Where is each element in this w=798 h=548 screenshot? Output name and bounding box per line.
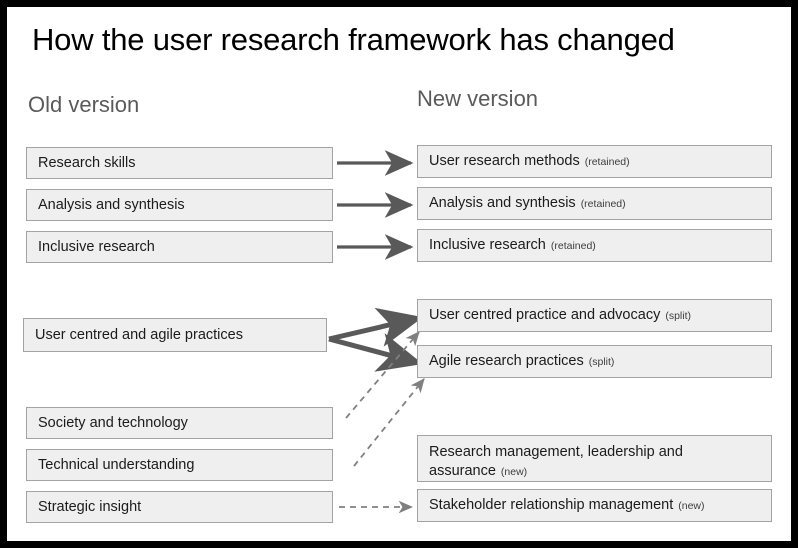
column-heading-new: New version (417, 86, 539, 111)
new-item-tag: (retained) (580, 197, 626, 210)
old-item-inclusive-research[interactable]: Inclusive research (26, 231, 333, 263)
new-item-label: Stakeholder relationship management (429, 497, 674, 513)
slide-frame: How the user research framework has chan… (0, 0, 798, 548)
new-item-analysis-and-synthesis[interactable]: Analysis and synthesis (retained) (417, 187, 772, 220)
new-item-label: Inclusive research (429, 237, 546, 253)
arrow-technical-understanding (353, 378, 425, 467)
arrow-split-lower (328, 333, 423, 372)
old-item-label: Strategic insight (38, 498, 142, 515)
new-item-label: User centred practice and advocacy (429, 307, 661, 323)
old-item-label: Inclusive research (38, 238, 155, 255)
new-item-tag: (retained) (550, 239, 596, 252)
new-item-stakeholder-relationship-management[interactable]: Stakeholder relationship management (new… (417, 489, 772, 522)
old-item-label: Research skills (38, 154, 136, 171)
new-item-tag: (split) (588, 355, 615, 368)
diagram-canvas: How the user research framework has chan… (7, 7, 791, 541)
old-item-strategic-insight[interactable]: Strategic insight (26, 491, 333, 523)
old-item-technical-understanding[interactable]: Technical understanding (26, 449, 333, 481)
arrow-split-upper (328, 307, 423, 347)
new-item-label: Analysis and synthesis (429, 195, 576, 211)
old-item-user-centred-and-agile-practices[interactable]: User centred and agile practices (23, 318, 327, 352)
old-item-label: Analysis and synthesis (38, 196, 185, 213)
new-item-agile-research-practices[interactable]: Agile research practices (split) (417, 345, 772, 378)
old-item-label: Society and technology (38, 414, 188, 431)
new-item-label: User research methods (429, 153, 580, 169)
new-item-label: Research management, leadership and assu… (429, 444, 683, 479)
new-item-user-research-methods[interactable]: User research methods (retained) (417, 145, 772, 178)
new-item-user-centred-practice-and-advocacy[interactable]: User centred practice and advocacy (spli… (417, 299, 772, 332)
new-item-research-management-leadership-and-assurance[interactable]: Research management, leadership and assu… (417, 435, 772, 482)
old-item-label: User centred and agile practices (35, 326, 243, 343)
new-item-tag: (new) (500, 466, 528, 478)
old-item-analysis-and-synthesis[interactable]: Analysis and synthesis (26, 189, 333, 221)
new-item-tag: (retained) (584, 155, 630, 168)
old-item-society-and-technology[interactable]: Society and technology (26, 407, 333, 439)
new-item-label: Agile research practices (429, 353, 584, 369)
page-title: How the user research framework has chan… (32, 22, 675, 57)
column-heading-old: Old version (28, 92, 140, 117)
old-item-label: Technical understanding (38, 456, 195, 473)
arrow-society-technology (345, 331, 420, 419)
new-item-tag: (new) (678, 499, 705, 512)
new-item-tag: (split) (665, 309, 691, 322)
new-item-inclusive-research[interactable]: Inclusive research (retained) (417, 229, 772, 262)
old-item-research-skills[interactable]: Research skills (26, 147, 333, 179)
